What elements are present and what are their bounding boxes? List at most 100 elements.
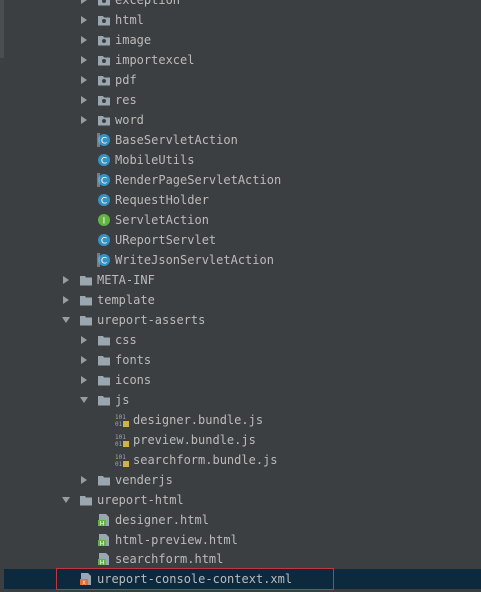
tree-item-template[interactable]: template — [0, 290, 481, 310]
class-icon: C — [97, 233, 111, 247]
expand-arrow-icon[interactable] — [63, 276, 69, 284]
tree-item-label: pdf — [115, 73, 137, 87]
tree-item-preview-bundle-js[interactable]: 101 01 preview.bundle.js — [0, 430, 481, 450]
svg-text:C: C — [101, 177, 107, 187]
collapse-arrow-icon[interactable] — [62, 317, 70, 323]
tree-item-meta-inf[interactable]: META-INF — [0, 270, 481, 290]
project-tree[interactable]: exception html image importexcel pdf res… — [0, 0, 481, 592]
svg-text:C: C — [101, 197, 107, 207]
svg-text:101: 101 — [115, 434, 126, 441]
svg-text:101: 101 — [115, 454, 126, 461]
folder-icon — [79, 313, 93, 327]
tree-item-label: ureport-asserts — [97, 313, 206, 327]
tree-item-label: searchform.bundle.js — [133, 453, 278, 467]
tree-item-label: icons — [115, 373, 152, 387]
svg-text:X: X — [82, 581, 86, 587]
xml-file-icon: X — [79, 572, 93, 586]
tree-item-ureport-html[interactable]: ureport-html — [0, 490, 481, 510]
tree-item-label: ServletAction — [115, 213, 209, 227]
interface-icon: I — [97, 213, 111, 227]
expand-arrow-icon[interactable] — [81, 336, 87, 344]
tree-item-label: designer.bundle.js — [133, 413, 264, 427]
folder-icon — [97, 393, 111, 407]
tree-item-label: venderjs — [115, 473, 173, 487]
tree-item-image[interactable]: image — [0, 30, 481, 50]
collapse-arrow-icon[interactable] — [80, 397, 88, 403]
abstract-class-icon: C — [97, 133, 111, 147]
tree-item-label: template — [97, 293, 155, 307]
abstract-class-icon: C — [97, 253, 111, 267]
svg-text:01: 01 — [115, 441, 123, 447]
tree-item-word[interactable]: word — [0, 110, 481, 130]
svg-text:C: C — [101, 157, 107, 167]
tree-item-designer-bundle-js[interactable]: 101 01 designer.bundle.js — [0, 410, 481, 430]
tree-item-designer-html[interactable]: H designer.html — [0, 510, 481, 530]
expand-arrow-icon[interactable] — [81, 0, 87, 4]
abstract-class-icon: C — [97, 173, 111, 187]
tree-item-label: preview.bundle.js — [133, 433, 256, 447]
tree-item-fonts[interactable]: fonts — [0, 350, 481, 370]
tree-item-servletaction[interactable]: I ServletAction — [0, 210, 481, 230]
folder-icon — [97, 373, 111, 387]
package-folder-icon — [97, 73, 111, 87]
svg-text:H: H — [100, 560, 105, 567]
package-folder-icon — [97, 53, 111, 67]
tree-item-ureport-console-context-xml[interactable]: X ureport-console-context.xml — [4, 569, 481, 589]
tree-item-icons[interactable]: icons — [0, 370, 481, 390]
tree-item-searchform-bundle-js[interactable]: 101 01 searchform.bundle.js — [0, 450, 481, 470]
package-folder-icon — [97, 13, 111, 27]
expand-arrow-icon[interactable] — [63, 296, 69, 304]
tree-item-requestholder[interactable]: C RequestHolder — [0, 190, 481, 210]
expand-arrow-icon[interactable] — [81, 56, 87, 64]
tree-item-css[interactable]: css — [0, 330, 481, 350]
tree-item-ureportservlet[interactable]: C UReportServlet — [0, 230, 481, 250]
expand-arrow-icon[interactable] — [81, 476, 87, 484]
package-folder-icon — [97, 113, 111, 127]
svg-text:I: I — [103, 217, 106, 227]
folder-icon — [79, 493, 93, 507]
tree-item-label: js — [115, 393, 130, 407]
class-icon: C — [97, 153, 111, 167]
tree-item-label: html-preview.html — [115, 533, 238, 547]
svg-text:H: H — [100, 521, 105, 528]
svg-text:C: C — [101, 237, 107, 247]
tree-item-exception[interactable]: exception — [0, 0, 481, 10]
js-file-icon: 101 01 — [115, 413, 129, 427]
tree-item-venderjs[interactable]: venderjs — [0, 470, 481, 490]
svg-text:H: H — [100, 541, 105, 548]
expand-arrow-icon[interactable] — [81, 36, 87, 44]
tree-item-label: css — [115, 333, 137, 347]
svg-text:01: 01 — [115, 421, 123, 427]
svg-text:C: C — [101, 257, 107, 267]
tree-item-importexcel[interactable]: importexcel — [0, 50, 481, 70]
tree-item-baseservletaction[interactable]: C BaseServletAction — [0, 130, 481, 150]
tree-item-label: BaseServletAction — [115, 133, 238, 147]
tree-item-label: searchform.html — [115, 552, 224, 566]
tree-item-writejsonservletaction[interactable]: C WriteJsonServletAction — [0, 250, 481, 270]
tree-item-label: designer.html — [115, 513, 209, 527]
tree-item-html[interactable]: html — [0, 10, 481, 30]
expand-arrow-icon[interactable] — [81, 76, 87, 84]
class-icon: C — [97, 193, 111, 207]
tree-item-searchform-html[interactable]: H searchform.html — [0, 549, 481, 569]
tree-item-renderpageservletaction[interactable]: C RenderPageServletAction — [0, 170, 481, 190]
tree-item-ureport-asserts[interactable]: ureport-asserts — [0, 310, 481, 330]
expand-arrow-icon[interactable] — [81, 116, 87, 124]
tree-item-html-preview-html[interactable]: H html-preview.html — [0, 530, 481, 550]
folder-icon — [97, 333, 111, 347]
html-file-icon: H — [97, 552, 111, 566]
expand-arrow-icon[interactable] — [81, 376, 87, 384]
tree-item-label: WriteJsonServletAction — [115, 253, 274, 267]
tree-item-pdf[interactable]: pdf — [0, 70, 481, 90]
tree-item-label: word — [115, 113, 144, 127]
tree-item-js[interactable]: js — [0, 390, 481, 410]
tree-item-mobileutils[interactable]: C MobileUtils — [0, 150, 481, 170]
tree-item-res[interactable]: res — [0, 90, 481, 110]
expand-arrow-icon[interactable] — [81, 96, 87, 104]
expand-arrow-icon[interactable] — [81, 16, 87, 24]
tree-item-label: res — [115, 93, 137, 107]
tree-item-label: ureport-console-context.xml — [97, 572, 293, 586]
folder-icon — [79, 273, 93, 287]
collapse-arrow-icon[interactable] — [62, 497, 70, 503]
expand-arrow-icon[interactable] — [81, 356, 87, 364]
